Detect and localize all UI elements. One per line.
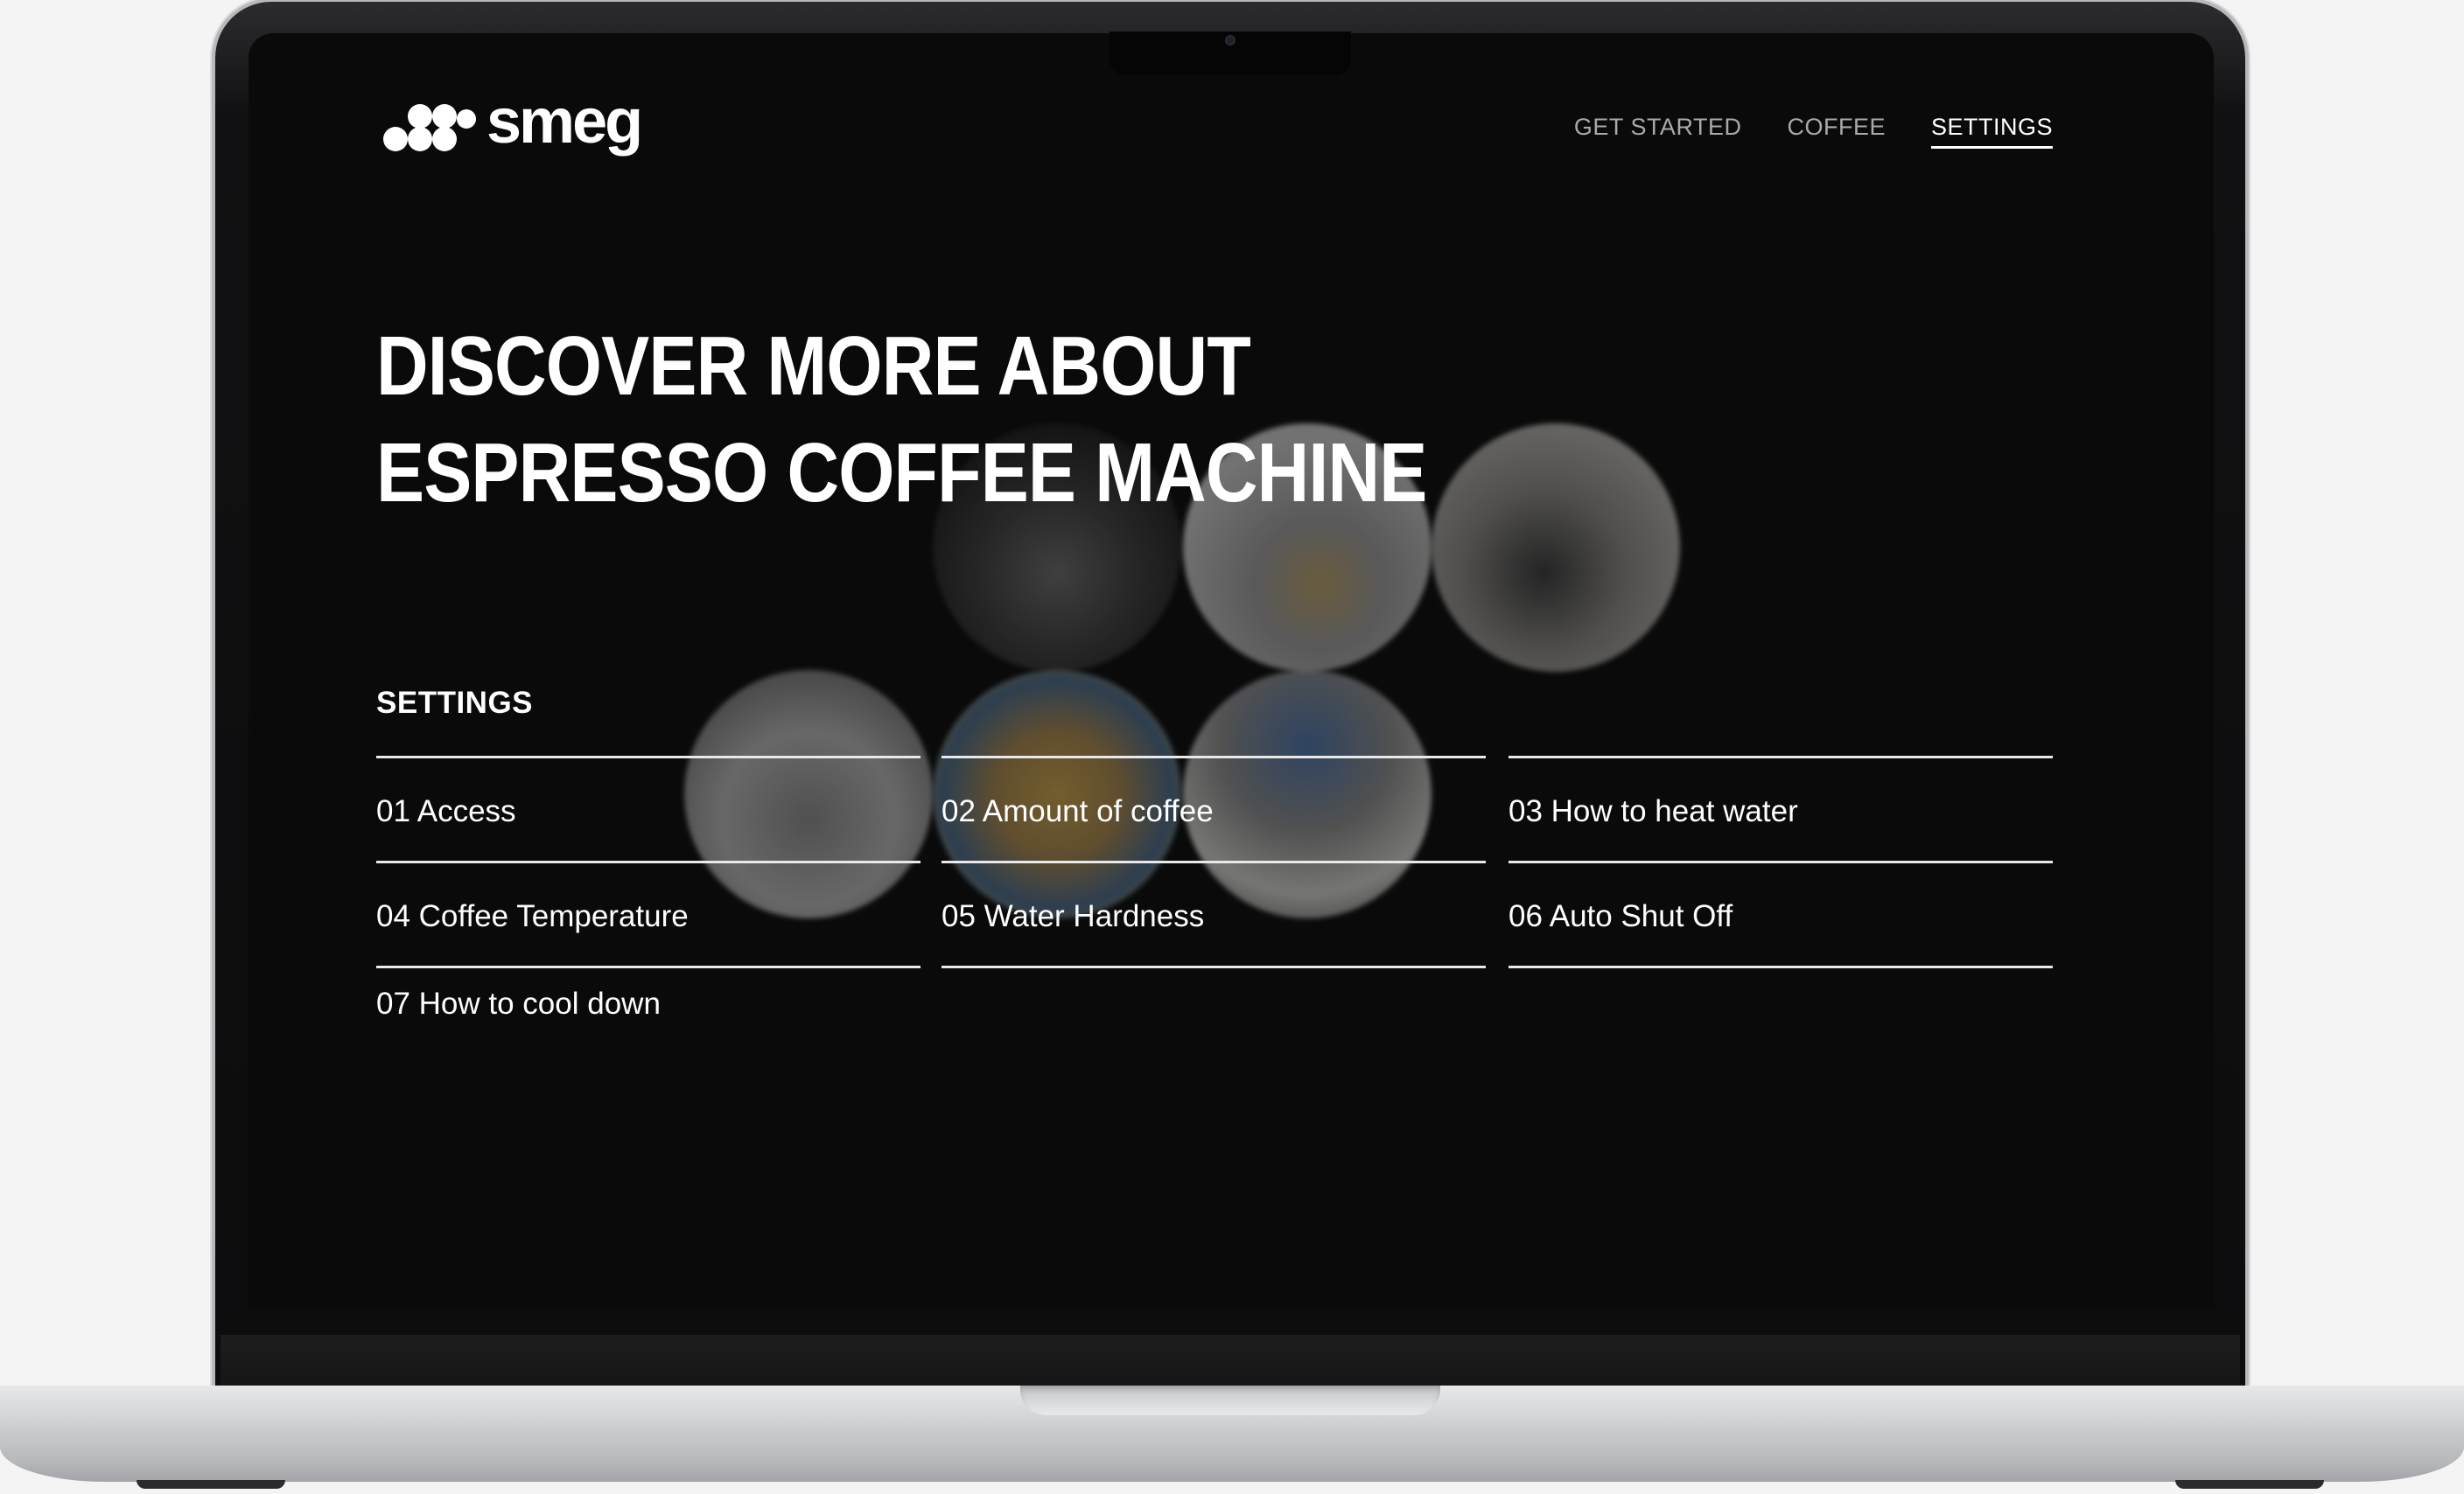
settings-item-label: 07 How to cool down [376,987,661,1021]
divider [376,861,920,863]
main-nav: GET STARTED COFFEE SETTINGS [1574,114,2053,149]
divider [1508,756,2053,758]
hero-title: DISCOVER MORE ABOUT ESPRESSO COFFEE MACH… [376,313,1427,527]
settings-item-label: 02 Amount of coffee [942,794,1214,828]
settings-item-label: 03 How to heat water [1508,794,1798,828]
laptop-lid-chin [220,1335,2240,1389]
hero-title-line-2: ESPRESSO COFFEE MACHINE [376,426,1427,520]
settings-item-label: 01 Access [376,794,516,828]
divider [942,756,1486,758]
hero-title-line-1: DISCOVER MORE ABOUT [376,319,1251,413]
divider [942,861,1486,863]
settings-heading: SETTINGS [376,686,534,720]
settings-item-label: 04 Coffee Temperature [376,899,689,933]
divider [1508,861,2053,863]
settings-grid: 01 Access 02 Amount of coffee 03 How to … [376,756,2053,1106]
divider [376,756,920,758]
laptop-screen: smeg GET STARTED COFFEE SETTINGS DISCOVE… [248,33,2214,1309]
nav-get-started[interactable]: GET STARTED [1574,114,1742,149]
laptop-foot-left [136,1480,285,1489]
camera-icon [1225,35,1236,45]
settings-item-label: 05 Water Hardness [942,899,1205,933]
laptop-base-groove [1020,1386,1440,1415]
photo-circle-coffee-machine [1432,423,1680,672]
settings-section: SETTINGS 01 Access 02 Amount of coffee 0… [376,686,2053,1106]
smeg-logo[interactable]: smeg [378,87,643,161]
nav-coffee[interactable]: COFFEE [1787,114,1886,149]
settings-item-label: 06 Auto Shut Off [1508,899,1733,933]
logo-dots-icon [378,97,483,155]
laptop-foot-right [2175,1480,2324,1489]
nav-settings[interactable]: SETTINGS [1930,114,2053,149]
logo-wordmark: smeg [486,87,643,157]
